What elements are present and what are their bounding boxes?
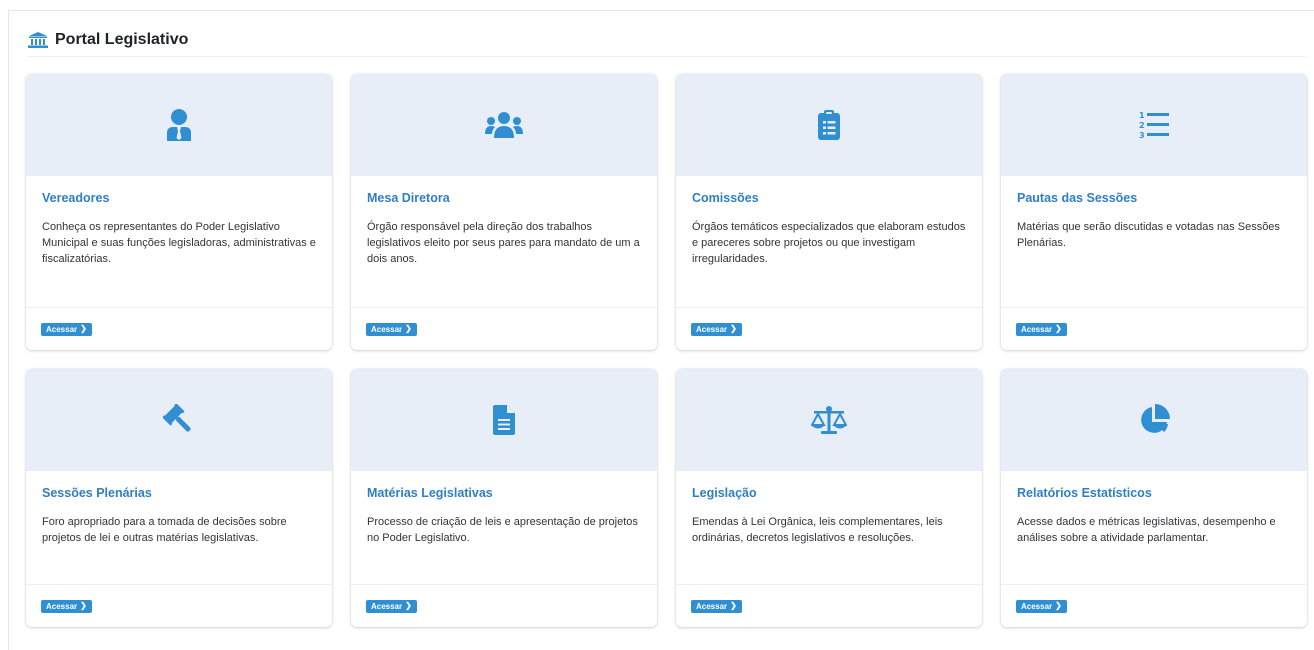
card-title: Pautas das Sessões	[1017, 191, 1138, 205]
card-description: Foro apropriado para a tomada de decisõe…	[42, 516, 287, 544]
card-pautas-das-sessoes[interactable]: 1 2 3 Pautas das Sessões Matérias que se…	[1001, 74, 1307, 350]
acessar-button[interactable]: Acessar ❯	[1016, 322, 1067, 336]
svg-text:1: 1	[1139, 111, 1145, 120]
card-title: Comissões	[692, 191, 759, 205]
portal-header: Portal Legislativo	[28, 28, 188, 52]
card-mesa-diretora[interactable]: Mesa Diretora Órgão responsável pela dir…	[351, 74, 657, 350]
institution-icon	[28, 32, 48, 48]
card-banner	[26, 74, 332, 176]
card-banner	[351, 74, 657, 176]
gavel-icon	[163, 404, 195, 436]
clipboard-list-icon	[818, 110, 840, 140]
card-banner	[676, 74, 982, 176]
card-description: Órgãos temáticos especializados que elab…	[692, 221, 966, 265]
acessar-button[interactable]: Acessar ❯	[691, 322, 742, 336]
user-tie-icon	[165, 109, 193, 141]
chevron-right-icon: ❯	[1055, 601, 1062, 610]
card-title: Sessões Plenárias	[42, 486, 152, 500]
card-description: Matérias que serão discutidas e votadas …	[1017, 221, 1280, 249]
chevron-right-icon: ❯	[80, 324, 87, 333]
chart-pie-icon	[1138, 404, 1170, 436]
button-label: Acessar	[1021, 324, 1053, 334]
page-title: Portal Legislativo	[55, 31, 189, 48]
card-description: Órgão responsável pela direção dos traba…	[367, 221, 640, 265]
svg-text:2: 2	[1139, 121, 1145, 130]
card-sessoes-plenarias[interactable]: Sessões Plenárias Foro apropriado para a…	[26, 369, 332, 627]
card-banner: 1 2 3	[1001, 74, 1307, 176]
header-divider	[28, 56, 1306, 57]
chevron-right-icon: ❯	[405, 601, 412, 610]
numbered-list-icon: 1 2 3	[1139, 110, 1169, 140]
card-description: Conheça os representantes do Poder Legis…	[42, 221, 316, 265]
card-relatorios-estatisticos[interactable]: Relatórios Estatísticos Acesse dados e m…	[1001, 369, 1307, 627]
acessar-button[interactable]: Acessar ❯	[691, 599, 742, 613]
button-label: Acessar	[1021, 601, 1053, 611]
card-banner	[676, 369, 982, 471]
card-materias-legislativas[interactable]: Matérias Legislativas Processo de criaçã…	[351, 369, 657, 627]
button-label: Acessar	[46, 601, 78, 611]
svg-text:3: 3	[1139, 131, 1145, 140]
card-banner	[1001, 369, 1307, 471]
card-title: Mesa Diretora	[367, 191, 450, 205]
chevron-right-icon: ❯	[80, 601, 87, 610]
chevron-right-icon: ❯	[405, 324, 412, 333]
card-banner	[351, 369, 657, 471]
card-legislacao[interactable]: Legislação Emendas à Lei Orgânica, leis …	[676, 369, 982, 627]
button-label: Acessar	[46, 324, 78, 334]
chevron-right-icon: ❯	[730, 601, 737, 610]
button-label: Acessar	[371, 601, 403, 611]
cards-grid: Vereadores Conheça os representantes do …	[26, 74, 1307, 627]
chevron-right-icon: ❯	[1055, 324, 1062, 333]
card-banner	[26, 369, 332, 471]
card-description: Processo de criação de leis e apresentaç…	[367, 516, 638, 544]
acessar-button[interactable]: Acessar ❯	[366, 599, 417, 613]
card-title: Vereadores	[42, 191, 110, 205]
card-vereadores[interactable]: Vereadores Conheça os representantes do …	[26, 74, 332, 350]
acessar-button[interactable]: Acessar ❯	[1016, 599, 1067, 613]
card-description: Acesse dados e métricas legislativas, de…	[1017, 516, 1276, 544]
button-label: Acessar	[696, 324, 728, 334]
button-label: Acessar	[371, 324, 403, 334]
card-comissoes[interactable]: Comissões Órgãos temáticos especializado…	[676, 74, 982, 350]
file-text-icon	[493, 405, 515, 435]
balance-scale-icon	[811, 405, 847, 435]
card-title: Relatórios Estatísticos	[1017, 486, 1152, 500]
card-title: Matérias Legislativas	[367, 486, 493, 500]
chevron-right-icon: ❯	[730, 324, 737, 333]
acessar-button[interactable]: Acessar ❯	[41, 322, 92, 336]
acessar-button[interactable]: Acessar ❯	[366, 322, 417, 336]
acessar-button[interactable]: Acessar ❯	[41, 599, 92, 613]
card-description: Emendas à Lei Orgânica, leis complementa…	[692, 516, 943, 544]
button-label: Acessar	[696, 601, 728, 611]
card-title: Legislação	[692, 486, 757, 500]
users-icon	[485, 112, 523, 138]
